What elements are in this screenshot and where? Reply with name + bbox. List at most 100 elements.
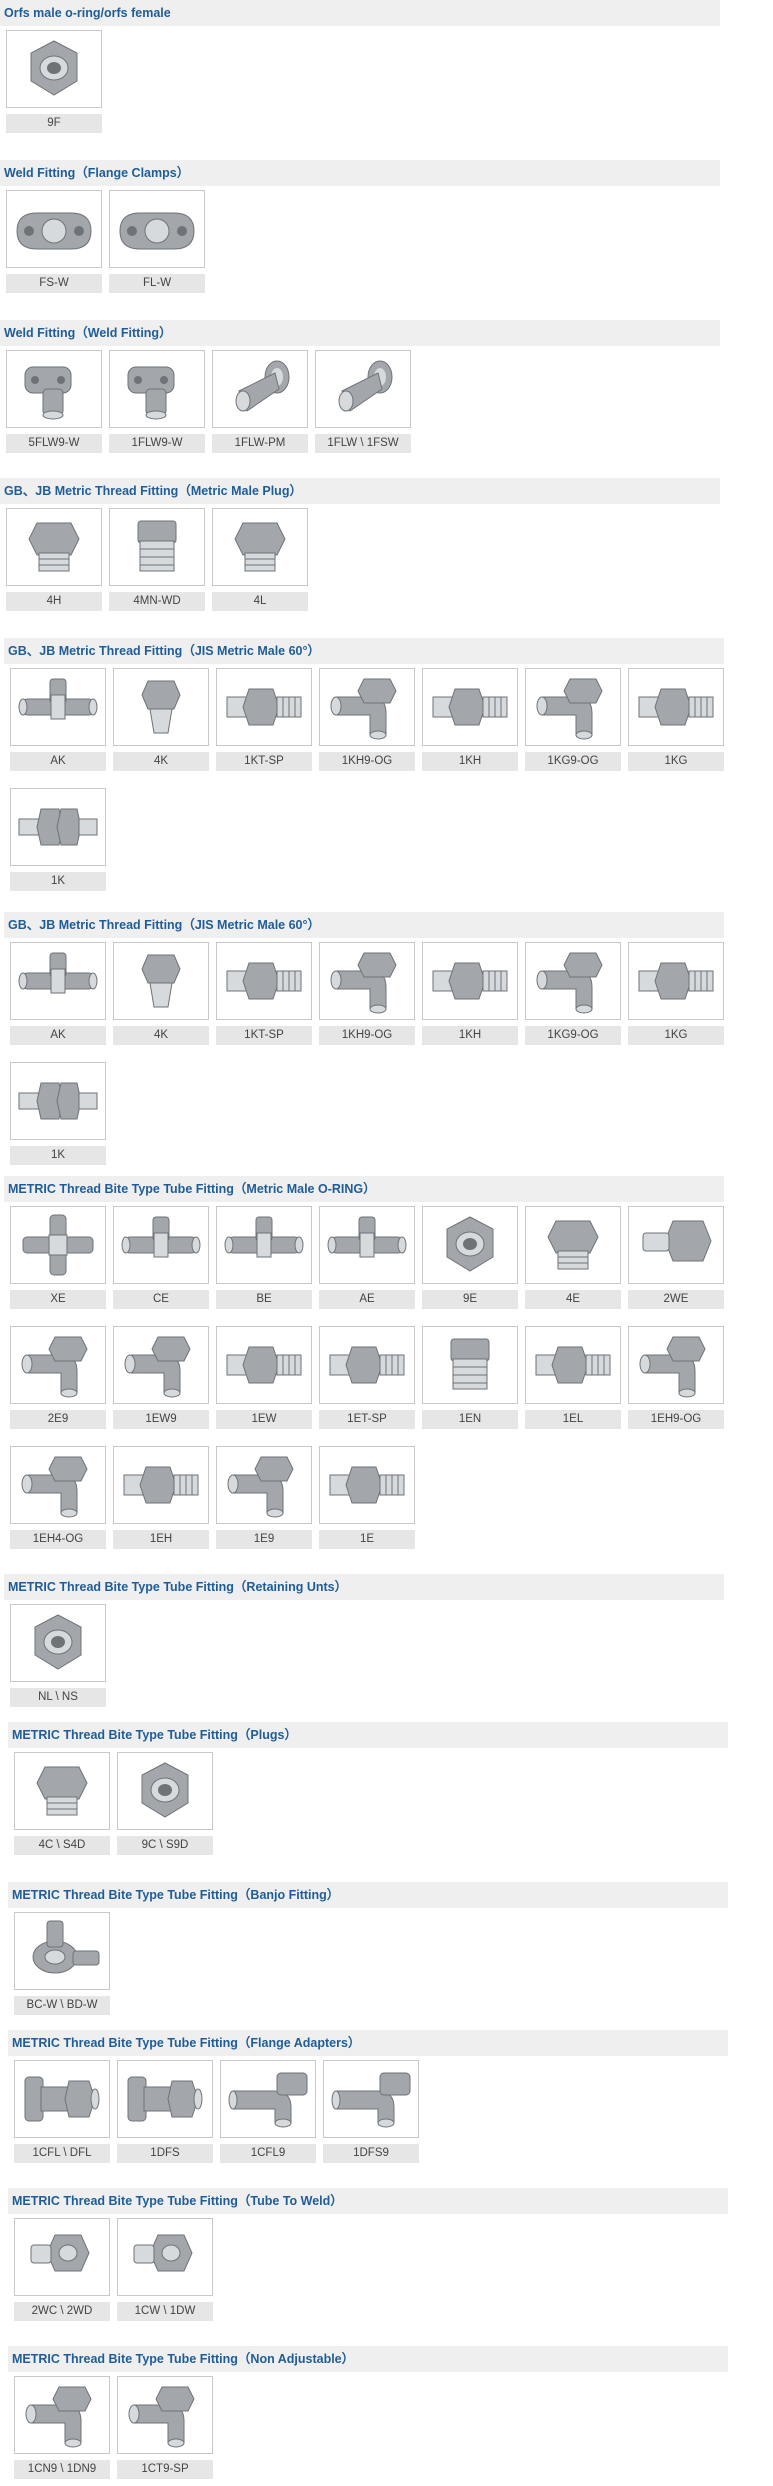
product-thumbnail[interactable] [319, 1206, 415, 1284]
product-item[interactable]: 2WC \ 2WD [14, 2218, 110, 2322]
product-thumbnail[interactable] [10, 1062, 106, 1140]
product-thumbnail[interactable] [220, 2060, 316, 2138]
product-thumbnail[interactable] [216, 668, 312, 746]
product-thumbnail[interactable] [422, 942, 518, 1020]
product-item[interactable]: 1KH [422, 668, 518, 772]
product-item[interactable]: 1KT-SP [216, 668, 312, 772]
product-item[interactable]: XE [10, 1206, 106, 1310]
product-thumbnail[interactable] [14, 2218, 110, 2296]
product-label[interactable]: CE [113, 1290, 209, 1309]
product-item[interactable]: 1CN9 \ 1DN9 [14, 2376, 110, 2480]
product-label[interactable]: 9E [422, 1290, 518, 1309]
product-thumbnail[interactable] [212, 350, 308, 428]
product-label[interactable]: 1E9 [216, 1530, 312, 1549]
product-thumbnail[interactable] [14, 1912, 110, 1990]
product-item[interactable]: 1EW [216, 1326, 312, 1430]
product-thumbnail[interactable] [109, 508, 205, 586]
product-label[interactable]: 1KH [422, 1026, 518, 1045]
product-thumbnail[interactable] [14, 2060, 110, 2138]
product-item[interactable]: 4K [113, 668, 209, 772]
product-label[interactable]: 2WE [628, 1290, 724, 1309]
product-label[interactable]: 4MN-WD [109, 592, 205, 611]
product-item[interactable]: 1EN [422, 1326, 518, 1430]
product-label[interactable]: 1KG [628, 1026, 724, 1045]
product-label[interactable]: 5FLW9-W [6, 434, 102, 453]
product-item[interactable]: 1CW \ 1DW [117, 2218, 213, 2322]
product-label[interactable]: 4K [113, 1026, 209, 1045]
product-thumbnail[interactable] [10, 1446, 106, 1524]
product-thumbnail[interactable] [422, 1326, 518, 1404]
product-label[interactable]: 1EN [422, 1410, 518, 1429]
product-item[interactable]: AK [10, 668, 106, 772]
product-item[interactable]: 1DFS9 [323, 2060, 419, 2164]
product-thumbnail[interactable] [10, 942, 106, 1020]
product-thumbnail[interactable] [113, 668, 209, 746]
product-thumbnail[interactable] [14, 1752, 110, 1830]
product-thumbnail[interactable] [117, 2060, 213, 2138]
product-thumbnail[interactable] [525, 1326, 621, 1404]
product-item[interactable]: 9F [6, 30, 102, 134]
product-item[interactable]: 9E [422, 1206, 518, 1310]
product-thumbnail[interactable] [10, 1206, 106, 1284]
product-label[interactable]: 2E9 [10, 1410, 106, 1429]
product-thumbnail[interactable] [216, 1206, 312, 1284]
product-item[interactable]: 1E9 [216, 1446, 312, 1550]
product-thumbnail[interactable] [525, 668, 621, 746]
product-item[interactable]: AE [319, 1206, 415, 1310]
product-item[interactable]: 1CT9-SP [117, 2376, 213, 2480]
product-label[interactable]: 1FLW9-W [109, 434, 205, 453]
product-label[interactable]: 4K [113, 752, 209, 771]
product-label[interactable]: 4C \ S4D [14, 1836, 110, 1855]
product-label[interactable]: 1EH4-OG [10, 1530, 106, 1549]
product-label[interactable]: 1KT-SP [216, 1026, 312, 1045]
product-thumbnail[interactable] [10, 788, 106, 866]
product-label[interactable]: AK [10, 1026, 106, 1045]
product-item[interactable]: 4MN-WD [109, 508, 205, 612]
product-thumbnail[interactable] [6, 190, 102, 268]
product-item[interactable]: 1CFL \ DFL [14, 2060, 110, 2164]
product-label[interactable]: 9C \ S9D [117, 1836, 213, 1855]
product-thumbnail[interactable] [109, 350, 205, 428]
product-item[interactable]: 2E9 [10, 1326, 106, 1430]
product-label[interactable]: 1KH9-OG [319, 1026, 415, 1045]
product-label[interactable]: 1EH [113, 1530, 209, 1549]
product-item[interactable]: 4E [525, 1206, 621, 1310]
product-item[interactable]: 1EW9 [113, 1326, 209, 1430]
product-thumbnail[interactable] [319, 1326, 415, 1404]
product-label[interactable]: FL-W [109, 274, 205, 293]
product-item[interactable]: AK [10, 942, 106, 1046]
product-item[interactable]: 1FLW-PM [212, 350, 308, 454]
product-item[interactable]: 1FLW \ 1FSW [315, 350, 411, 454]
product-item[interactable]: 1KH9-OG [319, 942, 415, 1046]
product-item[interactable]: 4K [113, 942, 209, 1046]
product-label[interactable]: 1KH9-OG [319, 752, 415, 771]
product-label[interactable]: 1CW \ 1DW [117, 2302, 213, 2321]
product-label[interactable]: 1EL [525, 1410, 621, 1429]
product-label[interactable]: FS-W [6, 274, 102, 293]
product-thumbnail[interactable] [10, 1326, 106, 1404]
product-label[interactable]: 1E [319, 1530, 415, 1549]
product-item[interactable]: 1KH9-OG [319, 668, 415, 772]
product-label[interactable]: 4E [525, 1290, 621, 1309]
product-label[interactable]: 9F [6, 114, 102, 133]
product-thumbnail[interactable] [422, 1206, 518, 1284]
product-label[interactable]: 1KH [422, 752, 518, 771]
product-label[interactable]: 2WC \ 2WD [14, 2302, 110, 2321]
product-thumbnail[interactable] [113, 1326, 209, 1404]
product-item[interactable]: 4L [212, 508, 308, 612]
product-item[interactable]: 1EH4-OG [10, 1446, 106, 1550]
product-label[interactable]: 1CT9-SP [117, 2460, 213, 2479]
product-label[interactable]: 1DFS [117, 2144, 213, 2163]
product-item[interactable]: 1DFS [117, 2060, 213, 2164]
product-item[interactable]: 1KG [628, 668, 724, 772]
product-thumbnail[interactable] [113, 942, 209, 1020]
product-item[interactable]: 1FLW9-W [109, 350, 205, 454]
product-thumbnail[interactable] [212, 508, 308, 586]
product-item[interactable]: FL-W [109, 190, 205, 294]
product-item[interactable]: 5FLW9-W [6, 350, 102, 454]
product-label[interactable]: 1KT-SP [216, 752, 312, 771]
product-item[interactable]: 9C \ S9D [117, 1752, 213, 1856]
product-thumbnail[interactable] [525, 1206, 621, 1284]
product-thumbnail[interactable] [117, 2376, 213, 2454]
product-item[interactable]: 1EL [525, 1326, 621, 1430]
